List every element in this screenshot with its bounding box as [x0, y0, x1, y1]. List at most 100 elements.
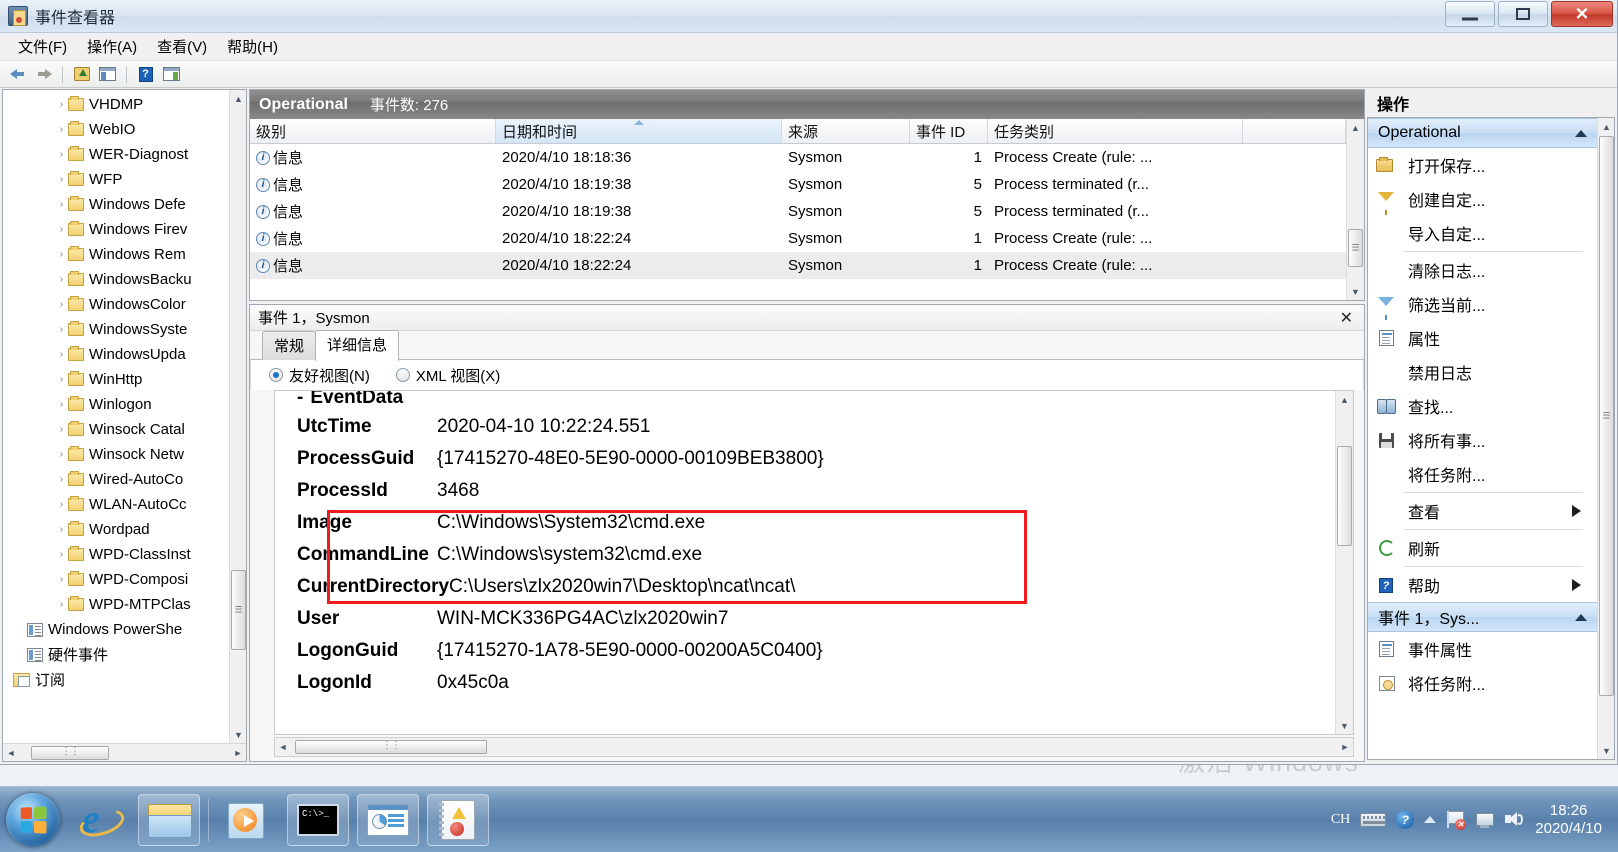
column-header-event-id[interactable]: 事件 ID — [910, 119, 988, 143]
detail-hscroll-left-button[interactable]: ◄ — [275, 739, 291, 755]
table-row[interactable]: i 信息 2020/4/10 18:18:36 Sysmon 1 Process Crea… — [250, 144, 1346, 171]
actions-vertical-scrollbar[interactable]: ▲ ☰ ▼ — [1597, 118, 1614, 759]
action-item[interactable]: 禁用日志 — [1368, 355, 1597, 389]
chevron-up-icon[interactable] — [1575, 129, 1587, 137]
table-row[interactable]: i 信息 2020/4/10 18:22:24 Sysmon 1 Process Crea… — [250, 225, 1346, 252]
table-row[interactable]: i 信息 2020/4/10 18:22:24 Sysmon 1 Process Crea… — [250, 252, 1346, 279]
tree-node[interactable]: Windows PowerShe — [3, 617, 246, 642]
tree-node[interactable]: › WPD-Composi — [3, 567, 246, 592]
tree-node[interactable]: › Windows Firev — [3, 217, 246, 242]
chevron-up-icon[interactable] — [1575, 613, 1587, 621]
tree-scroll-down-button[interactable]: ▼ — [230, 726, 246, 743]
taskbar-event-viewer[interactable] — [427, 793, 489, 846]
tree-node[interactable]: › WindowsColor — [3, 292, 246, 317]
action-item[interactable]: 将任务附... — [1368, 666, 1597, 700]
chevron-right-icon[interactable]: › — [55, 299, 68, 310]
network-icon[interactable] — [1474, 811, 1495, 828]
help-button[interactable]: ? — [134, 64, 157, 85]
tree-node[interactable]: › Wordpad — [3, 517, 246, 542]
detail-hscroll-right-button[interactable]: ► — [1337, 739, 1353, 755]
tree-node[interactable]: 硬件事件 — [3, 642, 246, 667]
tree-vertical-scrollbar[interactable]: ▲ ☰ ▼ — [229, 90, 246, 743]
action-item[interactable]: 创建自定... — [1368, 182, 1597, 216]
tab-details[interactable]: 详细信息 — [315, 330, 400, 361]
ime-indicator[interactable]: CH — [1331, 812, 1350, 828]
actions-group-header[interactable]: 事件 1，Sys... — [1368, 602, 1597, 632]
help-icon[interactable]: ? — [1396, 810, 1415, 829]
grid-scroll-down-button[interactable]: ▼ — [1347, 283, 1364, 300]
tree-hscroll-track[interactable] — [19, 744, 230, 761]
chevron-right-icon[interactable]: › — [55, 524, 68, 535]
chevron-right-icon[interactable]: › — [55, 249, 68, 260]
action-item[interactable]: 属性 — [1368, 321, 1597, 355]
action-item[interactable]: 清除日志... — [1368, 253, 1597, 287]
up-one-level-button[interactable] — [70, 64, 93, 85]
detail-close-icon[interactable]: ✕ — [1335, 308, 1358, 328]
taskbar-windows-media-player[interactable] — [217, 794, 279, 846]
tree-node[interactable]: › WER-Diagnost — [3, 142, 246, 167]
actions-scroll-thumb[interactable]: ☰ — [1599, 136, 1614, 696]
chevron-right-icon[interactable]: › — [55, 174, 68, 185]
actions-scroll-down-button[interactable]: ▼ — [1598, 742, 1614, 759]
chevron-right-icon[interactable]: › — [55, 374, 68, 385]
action-item[interactable]: 事件属性 — [1368, 632, 1597, 666]
tree-node[interactable]: › Winlogon — [3, 392, 246, 417]
chevron-right-icon[interactable]: › — [55, 474, 68, 485]
tree-node[interactable]: › VHDMP — [3, 92, 246, 117]
grid-scroll-thumb[interactable]: ☰ — [1348, 229, 1363, 267]
menu-action[interactable]: 操作(A) — [77, 33, 147, 60]
tree-node[interactable]: › Winsock Netw — [3, 442, 246, 467]
menu-file[interactable]: 文件(F) — [8, 33, 77, 60]
action-item[interactable]: 打开保存... — [1368, 148, 1597, 182]
tree-node[interactable]: › WFP — [3, 167, 246, 192]
minimize-button[interactable] — [1445, 1, 1495, 27]
action-item[interactable]: 查找... — [1368, 389, 1597, 423]
menu-help[interactable]: 帮助(H) — [217, 33, 288, 60]
radio-friendly-view[interactable]: 友好视图(N) — [269, 365, 370, 386]
chevron-right-icon[interactable]: › — [55, 599, 68, 610]
grid-scroll-up-button[interactable]: ▲ — [1347, 119, 1364, 136]
chevron-right-icon[interactable]: › — [55, 399, 68, 410]
show-hidden-icons-button[interactable] — [1424, 816, 1437, 823]
tab-general[interactable]: 常规 — [262, 331, 317, 360]
tree-node[interactable]: › WebIO — [3, 117, 246, 142]
back-button[interactable] — [6, 64, 29, 85]
tree-scroll-up-button[interactable]: ▲ — [230, 90, 246, 107]
chevron-right-icon[interactable]: › — [55, 349, 68, 360]
taskbar-internet-explorer[interactable] — [68, 794, 130, 846]
chevron-right-icon[interactable]: › — [55, 449, 68, 460]
chevron-right-icon[interactable]: › — [55, 274, 68, 285]
detail-scroll-down-button[interactable]: ▼ — [1336, 717, 1353, 734]
detail-hscroll-track[interactable] — [291, 739, 1337, 755]
tree-node[interactable]: › WindowsBacku — [3, 267, 246, 292]
tree-node[interactable]: › Windows Defe — [3, 192, 246, 217]
radio-xml-view[interactable]: XML 视图(X) — [395, 365, 500, 386]
column-header-datetime[interactable]: 日期和时间 — [496, 119, 782, 143]
detail-scroll-up-button[interactable]: ▲ — [1336, 391, 1353, 408]
action-center-flag-icon[interactable]: ✕ — [1446, 811, 1467, 830]
tree-node[interactable]: › WindowsSyste — [3, 317, 246, 342]
chevron-right-icon[interactable]: › — [55, 124, 68, 135]
tree-hscroll-right-button[interactable]: ► — [230, 745, 246, 761]
chevron-right-icon[interactable]: › — [55, 99, 68, 110]
keyboard-icon[interactable] — [1360, 812, 1387, 827]
submenu-arrow-icon[interactable] — [1572, 579, 1581, 591]
actions-group-header[interactable]: Operational — [1368, 118, 1597, 148]
chevron-right-icon[interactable]: › — [55, 324, 68, 335]
table-row[interactable]: i 信息 2020/4/10 18:19:38 Sysmon 5 Process term… — [250, 171, 1346, 198]
chevron-right-icon[interactable]: › — [55, 574, 68, 585]
taskbar-windows-explorer[interactable] — [138, 793, 200, 846]
chevron-right-icon[interactable]: › — [55, 499, 68, 510]
maximize-button[interactable] — [1498, 1, 1548, 27]
action-item[interactable]: 查看 — [1368, 494, 1597, 528]
action-item[interactable]: 将任务附... — [1368, 457, 1597, 491]
taskbar-mmc-console[interactable] — [357, 793, 419, 846]
chevron-right-icon[interactable]: › — [55, 199, 68, 210]
tree-horizontal-scrollbar[interactable]: ◄ ► — [3, 743, 246, 761]
event-data-section-header[interactable]: - EventData — [297, 391, 1335, 411]
volume-icon[interactable] — [1504, 811, 1524, 828]
collapse-toggle-icon[interactable]: - — [297, 391, 303, 409]
chevron-right-icon[interactable]: › — [55, 149, 68, 160]
tree-node[interactable]: › Wired-AutoCo — [3, 467, 246, 492]
action-item[interactable]: 筛选当前... — [1368, 287, 1597, 321]
